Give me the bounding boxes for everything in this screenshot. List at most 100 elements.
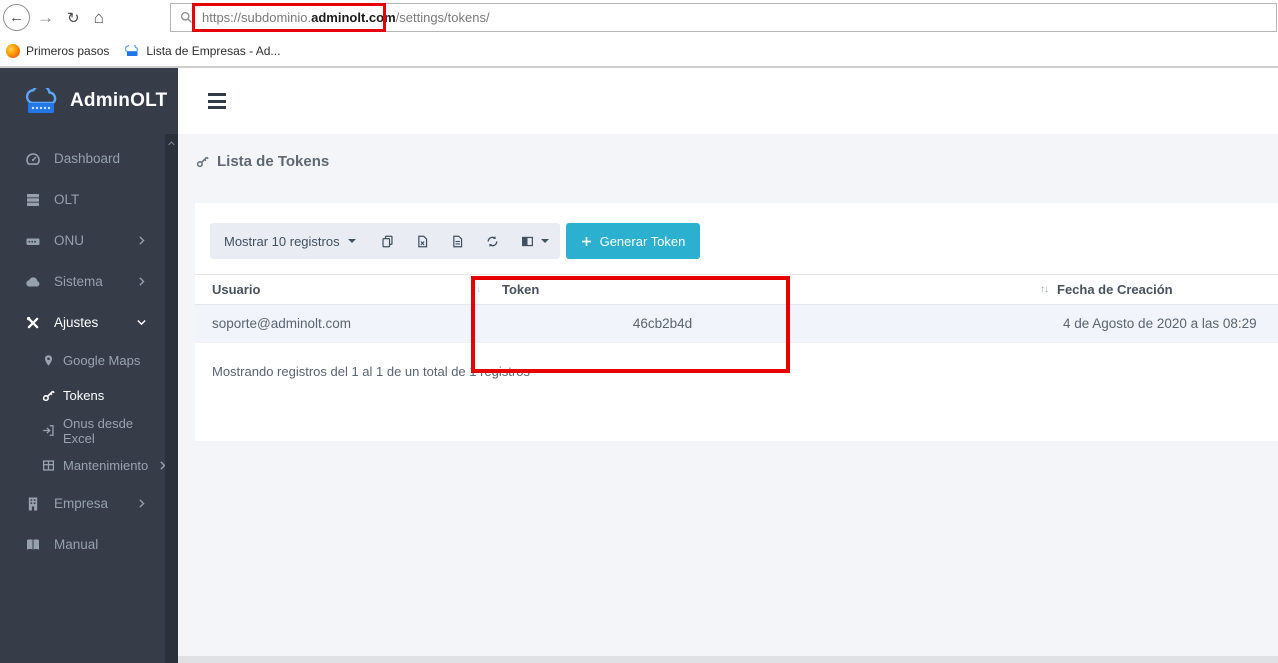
cell-token: 46cb2b4d [490, 316, 835, 331]
screen: ← → ↻ ⌂ https://subdominio.adminolt.com/… [0, 0, 1278, 663]
sidebar-item-google-maps[interactable]: Google Maps [0, 343, 165, 378]
sidebar-item-label: Manual [54, 537, 99, 552]
home-icon: ⌂ [93, 7, 104, 27]
copy-button[interactable] [370, 223, 405, 259]
sidebar-item-label: OLT [54, 192, 80, 207]
adminolt-logo-icon [25, 87, 57, 113]
chevron-right-icon [139, 236, 145, 245]
sidebar-item-onu[interactable]: ONU [0, 220, 165, 261]
table-row[interactable]: soporte@adminolt.com 46cb2b4d 4 de Agost… [195, 305, 1278, 343]
logo-text: AdminOLT [70, 90, 168, 111]
column-label: Usuario [212, 282, 261, 297]
sidebar-item-label: ONU [54, 233, 84, 248]
sidebar-scrollbar[interactable] [165, 134, 178, 663]
column-visibility-button[interactable] [510, 223, 560, 259]
forward-button[interactable]: → [37, 8, 54, 28]
token-value: 46cb2b4d [632, 316, 693, 331]
sidebar-item-manual[interactable]: Manual [0, 524, 165, 565]
columns-icon [521, 236, 533, 246]
app-header [178, 68, 1278, 134]
sidebar-item-label: Google Maps [63, 353, 141, 368]
reload-button[interactable]: ↻ [67, 9, 80, 27]
cell-fecha: 4 de Agosto de 2020 a las 08:29 [835, 316, 1278, 331]
chevron-down-icon [137, 319, 146, 326]
sidebar-item-sistema[interactable]: Sistema [0, 261, 165, 302]
cloud-icon [26, 276, 40, 287]
logo[interactable]: AdminOLT [0, 68, 178, 134]
back-icon: ← [9, 9, 24, 26]
sidebar-item-label: Empresa [54, 496, 109, 511]
toolbar-button-group: Mostrar 10 registros [210, 223, 560, 259]
forward-icon: → [37, 7, 54, 27]
page-title: Lista de Tokens [196, 153, 1278, 170]
sidebar-item-label: Ajustes [54, 315, 99, 330]
bookmark-label: Primeros pasos [26, 43, 110, 58]
tokens-card: Mostrar 10 registros Generar Token Usuar… [195, 203, 1278, 441]
copy-icon [382, 235, 393, 247]
column-label: Token [502, 282, 540, 297]
chevron-right-icon [139, 499, 145, 508]
page-length-dropdown[interactable]: Mostrar 10 registros [210, 223, 370, 259]
cell-usuario: soporte@adminolt.com [195, 316, 490, 331]
browser-toolbar: ← → ↻ ⌂ https://subdominio.adminolt.com/… [0, 0, 1278, 35]
column-label: Fecha de Creación [1057, 282, 1173, 297]
sidebar: AdminOLT Dashboard OLT ONU Sistema Ajust… [0, 68, 178, 663]
sidebar-item-mantenimiento[interactable]: Mantenimiento [0, 448, 166, 483]
bottom-scrollbar-band[interactable] [178, 656, 1278, 663]
column-header-token[interactable]: Token [490, 282, 835, 297]
import-icon [43, 425, 54, 436]
column-header-usuario[interactable]: Usuario ↑↓ [195, 282, 490, 297]
sidebar-item-label: Sistema [54, 274, 103, 289]
export-excel-button[interactable] [405, 223, 440, 259]
back-button[interactable]: ← [3, 4, 30, 31]
url-subdomain: https://subdominio. [202, 10, 312, 25]
url-text: https://subdominio.adminolt.com/settings… [202, 10, 490, 25]
sidebar-item-label: Onus desde Excel [63, 415, 134, 446]
sidebar-item-onus-desde-excel[interactable]: Onus desde Excel [0, 413, 165, 448]
sort-icon: ↑↓ [472, 284, 481, 295]
tools-icon [26, 316, 39, 328]
modem-icon [26, 238, 40, 245]
fecha-value: 4 de Agosto de 2020 a las 08:29 [1063, 316, 1257, 331]
generate-token-button[interactable]: Generar Token [565, 223, 701, 259]
gauge-icon [26, 152, 40, 165]
bookmark-primeros-pasos[interactable]: Primeros pasos [6, 43, 110, 58]
url-bar[interactable]: https://subdominio.adminolt.com/settings… [170, 3, 1277, 32]
sidebar-item-ajustes[interactable]: Ajustes [0, 302, 165, 343]
sidebar-item-tokens[interactable]: Tokens [0, 378, 165, 413]
adminolt-app: AdminOLT Dashboard OLT ONU Sistema Ajust… [0, 68, 1278, 663]
chevron-right-icon [139, 277, 145, 286]
building-icon [28, 497, 38, 510]
bookmark-lista-de-empresas[interactable]: Lista de Empresas - Ad... [125, 44, 280, 58]
sidebar-menu: Dashboard OLT ONU Sistema Ajustes Google… [0, 134, 178, 565]
caret-down-icon [347, 239, 356, 243]
adminolt-favicon [125, 44, 139, 56]
url-path: /settings/tokens/ [395, 10, 490, 25]
content: Lista de Tokens Mostrar 10 registros Gen… [178, 134, 1278, 663]
main-area: Lista de Tokens Mostrar 10 registros Gen… [178, 68, 1278, 663]
file-excel-icon [417, 235, 427, 247]
refresh-button[interactable] [475, 223, 510, 259]
firefox-icon [6, 43, 20, 58]
sidebar-item-label: Mantenimiento [63, 458, 149, 473]
hamburger-menu-icon[interactable] [208, 93, 226, 113]
search-icon [180, 11, 192, 23]
bookmarks-bar: Primeros pasos Lista de Empresas - Ad... [0, 35, 1278, 68]
usuario-value: soporte@adminolt.com [212, 316, 352, 331]
bookmark-label: Lista de Empresas - Ad... [146, 43, 281, 58]
sidebar-item-label: Dashboard [54, 151, 121, 166]
generate-token-label: Generar Token [599, 233, 686, 249]
export-file-button[interactable] [440, 223, 475, 259]
sidebar-item-empresa[interactable]: Empresa [0, 483, 165, 524]
refresh-icon [487, 235, 498, 247]
sidebar-item-dashboard[interactable]: Dashboard [0, 138, 165, 179]
home-button[interactable]: ⌂ [94, 8, 104, 28]
table-toolbar: Mostrar 10 registros Generar Token [210, 203, 1263, 259]
file-text-icon [452, 235, 462, 247]
table-icon [42, 460, 55, 471]
server-icon [27, 193, 39, 206]
book-icon [27, 538, 39, 550]
sidebar-item-olt[interactable]: OLT [0, 179, 165, 220]
column-header-fecha[interactable]: ↑↓ Fecha de Creación [835, 282, 1278, 297]
key-icon [42, 390, 55, 402]
